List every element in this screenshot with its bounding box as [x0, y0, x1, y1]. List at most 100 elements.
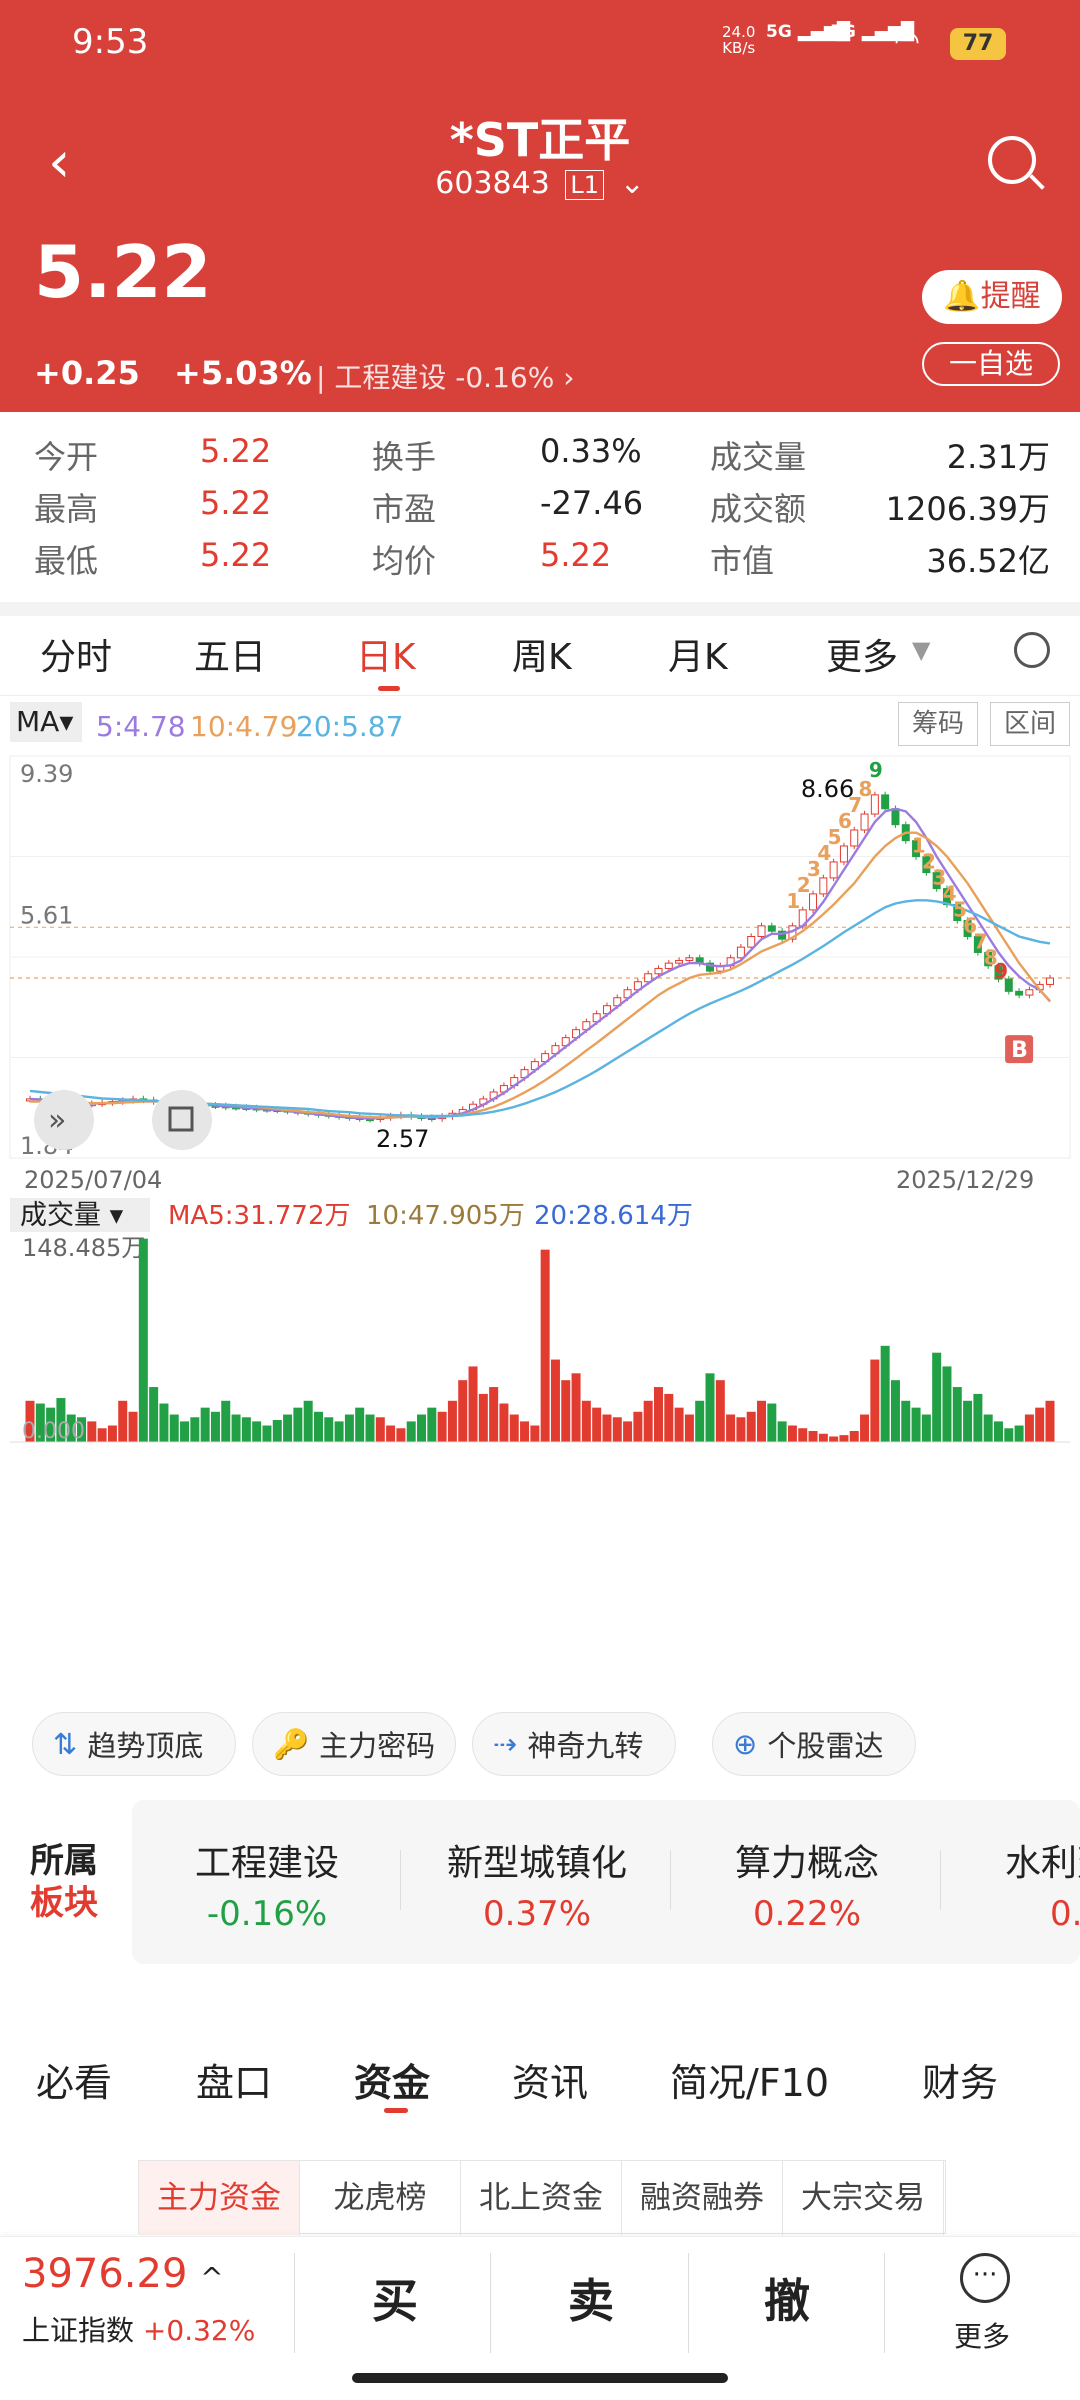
index-value[interactable]: 3976.29 ^	[22, 2251, 224, 2297]
volume-bar	[520, 1421, 530, 1442]
high-mark: 8.66	[801, 775, 854, 803]
tab-5[interactable]: 更多	[826, 628, 898, 680]
volume-bar	[1035, 1407, 1045, 1442]
low-mark: 2.57	[376, 1125, 429, 1153]
quote-value: 0.33%	[540, 432, 642, 470]
tool-button-3[interactable]: ⊕ 个股雷达	[712, 1712, 916, 1776]
more-label[interactable]: 更多	[954, 2315, 1010, 2355]
volume-bar	[777, 1421, 787, 1442]
fund-subtab-2[interactable]: 北上资金	[461, 2161, 622, 2235]
trade-footer: 3976.29 ^ 上证指数 +0.32% 买 卖 撤 ··· 更多	[0, 2236, 1080, 2400]
volume-bar	[478, 1393, 488, 1442]
ma-selector[interactable]: MA▾	[10, 702, 82, 742]
watchlist-button[interactable]: 一自选	[922, 342, 1060, 386]
stock-name: *ST正平	[449, 113, 631, 167]
sell-button[interactable]: 卖	[568, 2265, 614, 2331]
tab-0[interactable]: 分时	[40, 628, 112, 680]
volume-bar	[231, 1414, 241, 1442]
alert-button[interactable]: 🔔提醒	[922, 270, 1062, 324]
quote-label: 成交量	[710, 438, 807, 476]
volume-bar	[252, 1421, 262, 1442]
fund-subtab-3[interactable]: 融资融券	[622, 2161, 783, 2235]
volume-bar	[581, 1400, 591, 1442]
candle	[881, 794, 890, 810]
tab-4[interactable]: 月K	[668, 628, 728, 680]
volume-label: 成交量 ▾	[20, 1200, 124, 1231]
volume-bar	[757, 1400, 767, 1442]
tool-button-0[interactable]: ⇅ 趋势顶底	[32, 1712, 236, 1776]
fund-subtab-4[interactable]: 大宗交易	[783, 2161, 944, 2235]
buy-button[interactable]: 买	[372, 2265, 418, 2331]
detail-tab-5[interactable]: 财务	[922, 2052, 998, 2107]
sector-title: 所属	[30, 1841, 98, 1881]
candle	[654, 967, 663, 975]
volume-bar	[97, 1428, 107, 1442]
quote-label: 成交额	[710, 490, 807, 528]
volume-bar	[375, 1417, 385, 1442]
sector-link[interactable]: | 工程建设 -0.16% ›	[316, 356, 574, 396]
price-top-label: 9.39	[20, 760, 73, 788]
volume-bar	[674, 1407, 684, 1442]
quote-value: -27.46	[540, 484, 644, 522]
tab-1[interactable]: 五日	[194, 628, 266, 680]
volume-bar	[87, 1421, 97, 1442]
more-icon[interactable]: ···	[960, 2253, 1010, 2303]
fullscreen-icon[interactable]	[152, 1090, 212, 1150]
sector-panel: 所属 板块 工程建设-0.16%新型城镇化0.37%算力概念0.22%水利建设0…	[0, 1790, 1080, 1970]
volume-bar	[200, 1407, 210, 1442]
tool-icon: ⊕	[733, 1727, 758, 1761]
volume-bar	[592, 1407, 602, 1442]
tool-button-2[interactable]: ⇢ 神奇九转	[472, 1712, 676, 1776]
tab-3[interactable]: 周K	[512, 628, 572, 680]
price-change: +0.25	[34, 354, 140, 392]
volume-bar	[612, 1417, 622, 1442]
volume-bar	[870, 1359, 880, 1442]
volume-bar	[272, 1420, 282, 1442]
detail-tab-1[interactable]: 盘口	[196, 2052, 272, 2107]
chip-button[interactable]: 筹码	[898, 702, 978, 746]
kline-chart: MA▾ 5:4.78 10:4.79 20:5.87 筹码 区间 9.39 5.6…	[0, 696, 1080, 1696]
stock-header: 9:53 24.0 KB/s 5G ▂▄▆█ 5G ▂▄▆█ ◠ 77 ‹ *ST…	[0, 0, 1080, 412]
detail-tab-3[interactable]: 资讯	[512, 2052, 588, 2107]
volume-bar	[128, 1411, 138, 1442]
candle	[736, 946, 745, 959]
tool-button-1[interactable]: 🔑 主力密码	[252, 1712, 456, 1776]
volume-bar	[210, 1411, 220, 1442]
quote-label: 市盈	[372, 490, 437, 528]
tab-2[interactable]: 日K	[356, 628, 416, 680]
settings-icon[interactable]	[1014, 632, 1050, 668]
index-pct: +0.32%	[142, 2314, 256, 2347]
fund-subtab-1[interactable]: 龙虎榜	[300, 2161, 461, 2235]
buy-marker-label: B	[1011, 1038, 1028, 1063]
candle	[1046, 977, 1054, 985]
detail-tabs: 必看 盘口 资金 资讯 简况/F10 财务	[0, 2020, 1080, 2130]
detail-tab-4[interactable]: 简况/F10	[670, 2052, 829, 2107]
stock-code-selector[interactable]: 603843 L1 ⌄	[0, 166, 1080, 201]
sector-item[interactable]: 算力概念 0.22%	[672, 1800, 942, 1964]
nine-turn-down: 9	[994, 959, 1008, 983]
sector-list: 工程建设-0.16%新型城镇化0.37%算力概念0.22%水利建设0.1	[132, 1800, 1080, 1964]
ma5-value: 5:4.78	[96, 710, 186, 743]
sector-item[interactable]: 新型城镇化 0.37%	[402, 1800, 672, 1964]
kline-svg[interactable]: 9.395.611.841234567891234567898.662.57B»…	[0, 746, 1080, 1696]
volume-bar	[458, 1380, 468, 1442]
quote-value: 2.31万	[946, 438, 1050, 476]
volume-bar	[241, 1417, 251, 1442]
candle	[891, 808, 900, 826]
volume-bar	[118, 1400, 128, 1442]
volume-bar	[509, 1414, 519, 1442]
range-button[interactable]: 区间	[990, 702, 1070, 746]
sector-item[interactable]: 工程建设 -0.16%	[132, 1800, 402, 1964]
volume-bar	[798, 1428, 808, 1442]
tool-icon: ⇅	[53, 1727, 78, 1761]
sector-item[interactable]: 水利建设0.1	[942, 1800, 1080, 1964]
dropdown-icon: ▼	[912, 636, 931, 664]
detail-tab-2[interactable]: 资金	[354, 2052, 430, 2107]
cancel-button[interactable]: 撤	[764, 2265, 810, 2331]
volume-bar	[901, 1400, 911, 1442]
detail-tab-0[interactable]: 必看	[36, 2052, 112, 2107]
fund-subtab-0[interactable]: 主力资金	[139, 2161, 300, 2235]
candle	[1015, 990, 1024, 996]
tool-icon: ⇢	[493, 1727, 518, 1761]
volume-bar	[839, 1435, 849, 1442]
